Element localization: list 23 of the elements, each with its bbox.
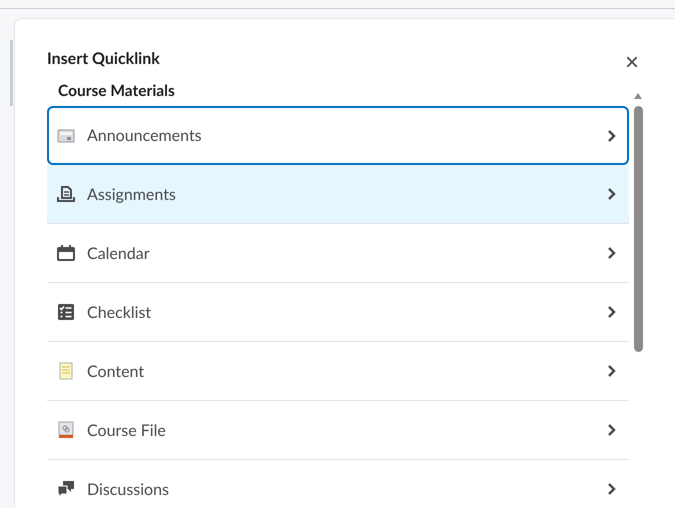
chevron-icon <box>607 482 617 496</box>
section-heading: Course Materials <box>58 82 175 100</box>
chevron-icon <box>607 246 617 260</box>
quicklink-item[interactable]: Assignments <box>47 165 629 224</box>
quicklink-item[interactable]: Checklist <box>47 283 629 342</box>
scroll-up-icon[interactable] <box>633 92 643 100</box>
chevron-icon <box>607 305 617 319</box>
quicklink-item[interactable]: Course File <box>47 401 629 460</box>
file-icon <box>57 421 75 439</box>
dialog-title: Insert Quicklink <box>47 49 160 68</box>
chevron-icon <box>607 187 617 201</box>
chevron-icon <box>607 423 617 437</box>
discussions-icon <box>57 480 75 498</box>
quicklink-item[interactable]: Announcements <box>47 106 629 165</box>
chevron-icon <box>607 128 617 142</box>
quicklink-item[interactable]: Calendar <box>47 224 629 283</box>
checklist-icon <box>57 303 75 321</box>
quicklink-item[interactable]: Content <box>47 342 629 401</box>
calendar-icon <box>57 244 75 262</box>
close-button[interactable]: × <box>625 51 640 75</box>
quicklink-item[interactable]: Discussions <box>47 460 629 508</box>
scrollbar-thumb[interactable] <box>634 106 642 352</box>
chevron-icon <box>607 364 617 378</box>
